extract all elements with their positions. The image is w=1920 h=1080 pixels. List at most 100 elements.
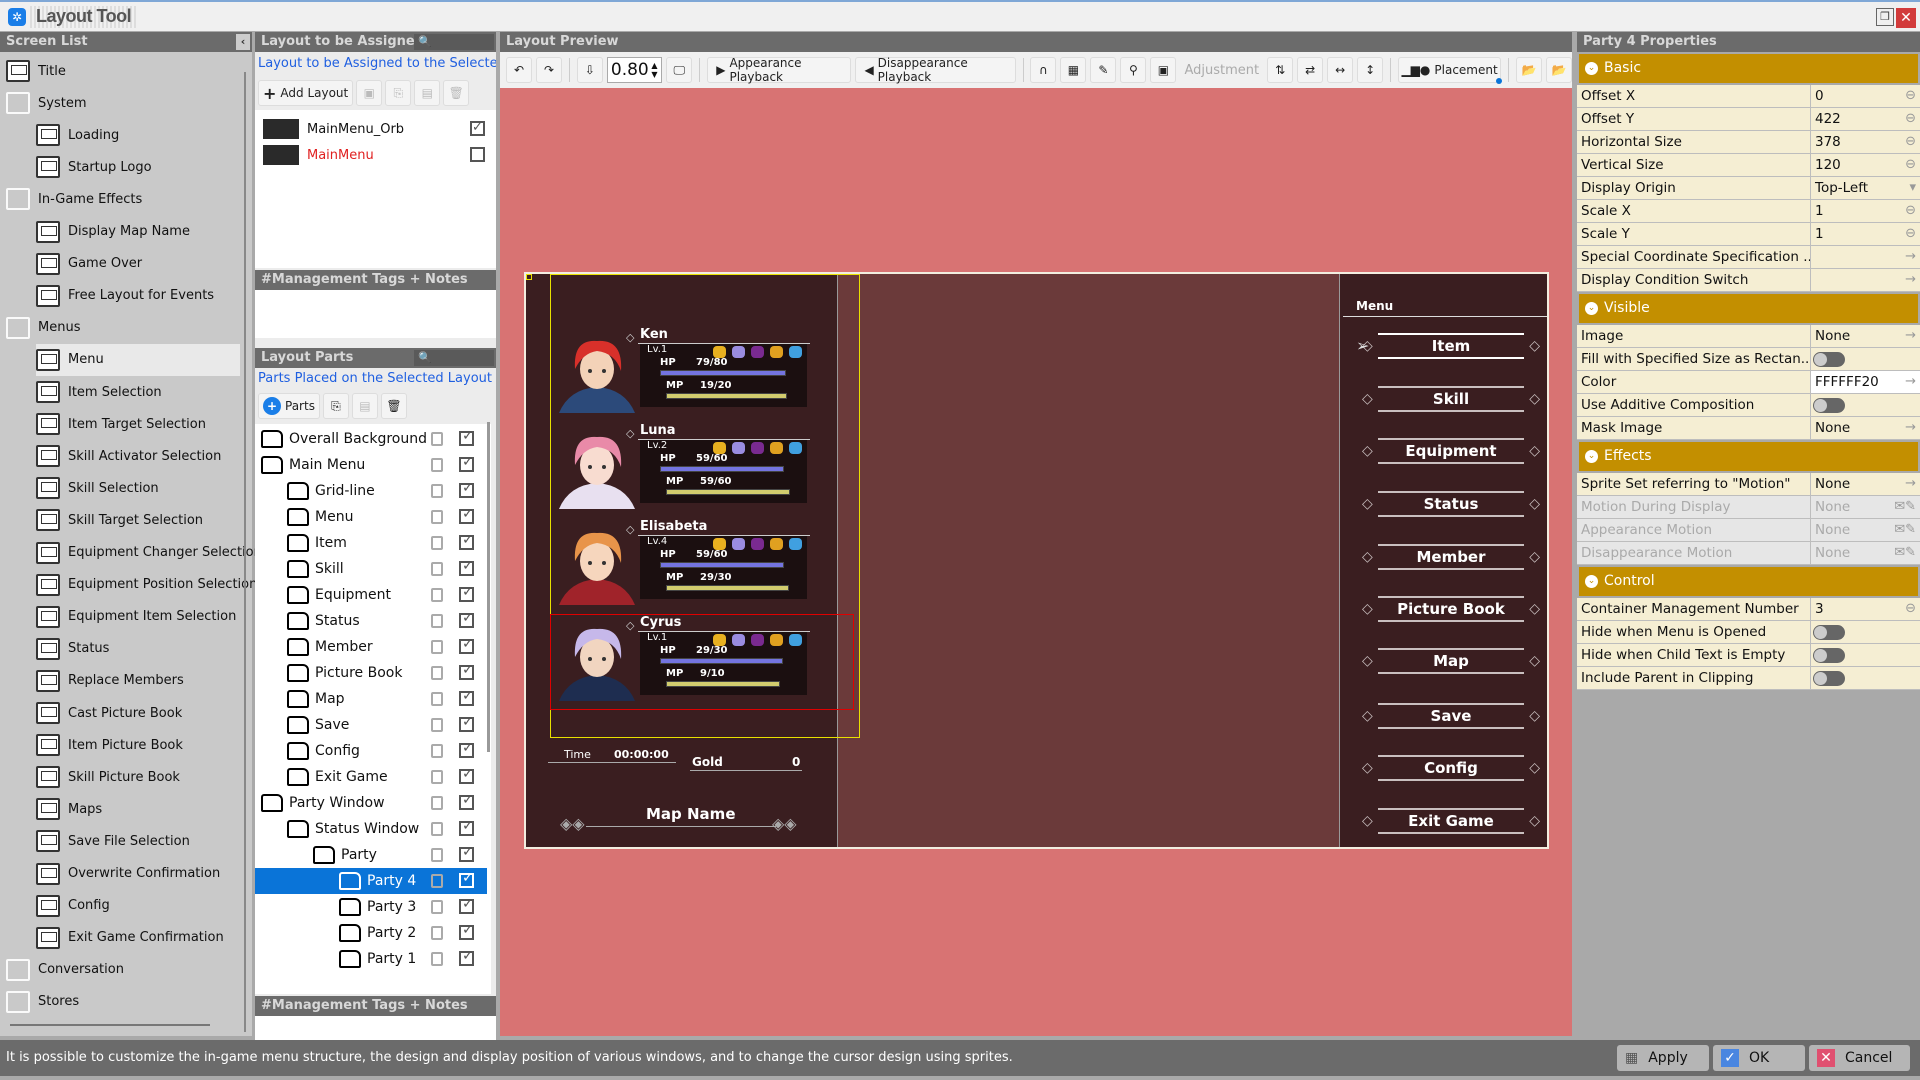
magnet-icon[interactable]: ∩ — [1030, 57, 1057, 83]
arrow-right-icon[interactable]: → — [1905, 250, 1916, 264]
visibility-checkbox[interactable] — [459, 818, 474, 836]
disappearance-playback-button[interactable]: ◀ Disappearance Playback — [855, 56, 1016, 84]
screen-list-item[interactable]: Replace Members — [36, 665, 184, 697]
screen-list-item[interactable]: Overwrite Confirmation — [36, 858, 220, 890]
screen-list-item[interactable]: Game Over — [36, 248, 142, 280]
property-value[interactable]: 1 ⊖ — [1811, 223, 1920, 245]
paste-parts-button[interactable]: ▤ — [351, 393, 378, 419]
swap-vertical-icon[interactable]: ⇅ — [1267, 57, 1294, 83]
section-header-control[interactable]: ⌄ Control — [1579, 567, 1918, 596]
screen-list-item[interactable]: Skill Activator Selection — [36, 440, 221, 472]
screen-list-item[interactable]: Loading — [36, 119, 119, 151]
screen-list-item[interactable]: Skill Picture Book — [36, 761, 180, 793]
screen-list-item[interactable]: Maps — [36, 793, 102, 825]
undo-button[interactable]: ↶ — [506, 57, 532, 83]
visibility-checkbox[interactable] — [459, 740, 474, 758]
export-icon[interactable]: 📂 — [1546, 57, 1573, 83]
screen-list-item[interactable]: Equipment Position Selection — [36, 569, 257, 601]
property-value[interactable]: 120 ⊖ — [1811, 154, 1920, 176]
lock-icon[interactable] — [431, 458, 443, 472]
copy-parts-button[interactable]: ⎘ — [322, 393, 349, 419]
screen-list-item[interactable]: Save File Selection — [36, 825, 190, 857]
spinner-icon[interactable]: ⊖ — [1905, 89, 1916, 103]
toggle-switch[interactable] — [1813, 352, 1845, 367]
lock-icon[interactable] — [431, 562, 443, 576]
paste-button[interactable]: ▤ — [414, 80, 441, 106]
lock-icon[interactable] — [431, 848, 443, 862]
parts-tree-item[interactable]: Party Window — [255, 790, 487, 816]
screen-list-item[interactable]: Equipment Changer Selection — [36, 537, 262, 569]
property-value[interactable]: 422 ⊖ — [1811, 108, 1920, 130]
property-value[interactable]: 3 ⊖ — [1811, 598, 1920, 620]
screen-list-item[interactable]: Display Map Name — [36, 216, 190, 248]
screen-list-item[interactable]: Menus — [6, 312, 80, 344]
visibility-checkbox[interactable] — [459, 792, 474, 810]
monitor-button[interactable]: 🖵 — [666, 57, 693, 83]
screen-list-item[interactable]: Exit Game Confirmation — [36, 922, 224, 954]
lock-icon[interactable] — [431, 484, 443, 498]
lock-icon[interactable] — [431, 666, 443, 680]
parts-tree-item[interactable]: Party 3 — [255, 894, 487, 920]
lock-icon[interactable] — [431, 926, 443, 940]
spinner-icon[interactable]: ⊖ — [1905, 135, 1916, 149]
layout-search-input[interactable]: 🔍 — [414, 34, 494, 50]
screen-list-item[interactable]: Stores — [6, 986, 79, 1018]
screen-list-item[interactable]: Title — [6, 55, 66, 87]
zoom-input[interactable]: 0.80 ▲ ▼ — [606, 57, 663, 83]
screen-list-item[interactable]: Conversation — [6, 954, 124, 986]
edit-icon[interactable]: ✉✎ — [1894, 546, 1916, 560]
section-header-effects[interactable]: ⌄ Effects — [1579, 442, 1918, 471]
property-value[interactable]: None → — [1811, 325, 1920, 347]
screen-list-item[interactable]: Config — [36, 890, 110, 922]
delete-button[interactable]: 🗑 — [443, 80, 470, 106]
screen-list-item[interactable]: Free Layout for Events — [36, 280, 214, 312]
redo-button[interactable]: ↷ — [536, 57, 562, 83]
layout-list-item[interactable]: MainMenu — [263, 144, 489, 166]
visibility-checkbox[interactable] — [459, 714, 474, 732]
lock-icon[interactable] — [431, 536, 443, 550]
visibility-checkbox[interactable] — [459, 948, 474, 966]
property-value[interactable]: → — [1811, 269, 1920, 291]
parts-tree-item[interactable]: Party 2 — [255, 920, 487, 946]
parts-scrollbar[interactable] — [487, 422, 490, 752]
screen-list-item[interactable]: Status — [36, 633, 109, 665]
menu-button[interactable]: Picture Book — [1362, 596, 1540, 622]
lock-icon[interactable] — [431, 822, 443, 836]
lock-icon[interactable] — [431, 796, 443, 810]
menu-button[interactable]: Map — [1362, 648, 1540, 674]
copy-button[interactable]: ⎘ — [385, 80, 412, 106]
screen-list-item[interactable]: System — [6, 87, 86, 119]
parts-tree-item[interactable]: Party — [255, 842, 487, 868]
menu-button[interactable]: Item — [1362, 333, 1540, 359]
arrow-right-icon[interactable]: → — [1905, 273, 1916, 287]
parts-tree-item[interactable]: Map — [255, 686, 487, 712]
section-header-visible[interactable]: ⌄ Visible — [1579, 294, 1918, 323]
zoom-spinner[interactable]: ▲ ▼ — [651, 61, 661, 79]
visibility-checkbox[interactable] — [459, 506, 474, 524]
screen-list-item[interactable]: Equipment Item Selection — [36, 601, 236, 633]
property-value[interactable] — [1811, 348, 1920, 370]
spinner-icon[interactable]: ⊖ — [1905, 227, 1916, 241]
section-header-basic[interactable]: ⌄ Basic — [1579, 54, 1918, 83]
parts-tree-item[interactable]: Save — [255, 712, 487, 738]
screen-list-item[interactable]: Item Selection — [36, 376, 162, 408]
lock-icon[interactable] — [431, 510, 443, 524]
arrow-right-icon[interactable]: → — [1905, 329, 1916, 343]
screen-list-item[interactable]: Cast Picture Book — [36, 697, 182, 729]
parts-search-input[interactable]: 🔍 — [414, 350, 494, 366]
close-button[interactable]: ✕ — [1896, 8, 1916, 28]
parts-tree-item[interactable]: Menu — [255, 504, 487, 530]
lock-icon[interactable] — [431, 640, 443, 654]
camera-icon[interactable]: ⚲ — [1120, 57, 1147, 83]
party-member[interactable]: ◇ Ken Lv.1 HP 79/80 MP 19/20 — [526, 327, 826, 419]
lock-icon[interactable] — [431, 900, 443, 914]
cancel-button[interactable]: ✕ Cancel — [1809, 1045, 1910, 1071]
layout-checkbox[interactable]: ✓ — [470, 121, 485, 136]
visibility-checkbox[interactable] — [459, 480, 474, 498]
spinner-icon[interactable]: ⊖ — [1905, 112, 1916, 126]
toggle-switch[interactable] — [1813, 398, 1845, 413]
screen-list-item[interactable]: Skill Selection — [36, 472, 159, 504]
visibility-checkbox[interactable] — [459, 870, 474, 888]
screen-list-item[interactable]: Startup Logo — [36, 151, 152, 183]
screen-list-item[interactable]: Menu — [36, 343, 240, 376]
